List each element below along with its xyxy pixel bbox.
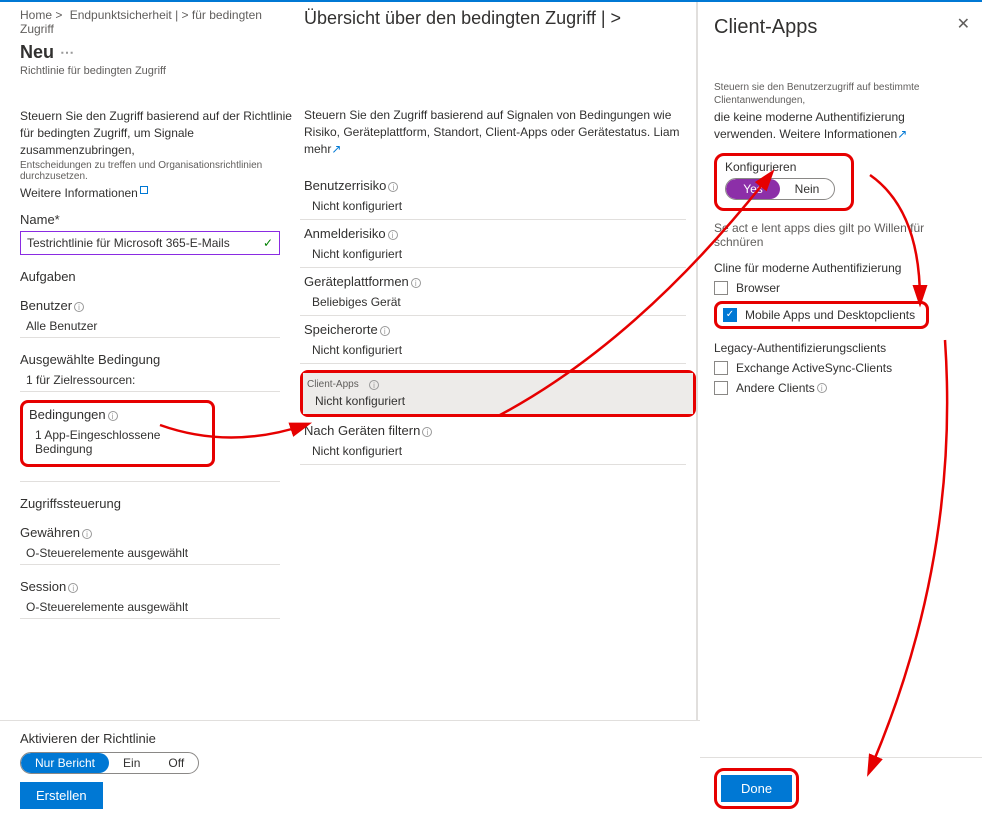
configure-label: Konfigurieren — [725, 160, 843, 174]
checkbox-mobile[interactable]: ✓ Mobile Apps und Desktopclients — [723, 308, 920, 322]
panel-desc2: die keine moderne Authentifizierung verw… — [714, 109, 966, 143]
page-title: Neu⋯ — [20, 42, 299, 63]
toggle-no[interactable]: Nein — [780, 179, 834, 199]
cond-device-filter[interactable]: Nach Geräten filterni Nicht konfiguriert — [300, 417, 686, 465]
external-link-icon: ↗ — [897, 127, 907, 141]
info-icon: i — [74, 302, 84, 312]
enable-policy-toggle[interactable]: Nur Bericht Ein Off — [20, 752, 199, 774]
panel-desc1: Steuern sie den Benutzerzugriff auf best… — [714, 81, 966, 107]
legacy-auth-header: Legacy-Authentifizierungsclients — [714, 341, 966, 355]
mid-desc: Steuern Sie den Zugriff basierend auf Si… — [300, 107, 696, 157]
checkbox-icon — [714, 281, 728, 295]
cond-locations[interactable]: Speicherortei Nicht konfiguriert — [300, 316, 686, 364]
configure-toggle[interactable]: Yes Nein — [725, 178, 835, 200]
modern-auth-header: Cline für moderne Authentifizierung — [714, 261, 966, 275]
info-icon: i — [68, 583, 78, 593]
access-header: Zugriffssteuerung — [20, 496, 299, 511]
external-link-icon — [140, 186, 148, 194]
info-icon: i — [380, 326, 390, 336]
create-button[interactable]: Erstellen — [20, 782, 103, 809]
page-subtitle: Richtlinie für bedingten Zugriff — [20, 65, 299, 77]
session-value: O-Steuerelemente ausgewählt — [20, 600, 299, 614]
check-icon: ✓ — [263, 236, 273, 250]
checkbox-icon — [714, 381, 728, 395]
toggle-off[interactable]: Off — [154, 753, 198, 773]
breadcrumb[interactable]: Home > Endpunktsicherheit | > für beding… — [20, 8, 299, 36]
grant-header[interactable]: Gewähreni — [20, 525, 299, 540]
name-label: Name* — [20, 212, 299, 227]
done-button[interactable]: Done — [721, 775, 792, 802]
cond-user-risk[interactable]: Benutzerrisikoi Nicht konfiguriert — [300, 172, 686, 220]
cond-client-apps[interactable]: Client-Apps i Nicht konfiguriert — [303, 373, 693, 414]
info-icon: i — [369, 380, 379, 390]
name-input[interactable]: Testrichtlinie für Microsoft 365-E-Mails… — [20, 231, 280, 255]
grant-value: O-Steuerelemente ausgewählt — [20, 546, 299, 560]
info-icon: i — [422, 427, 432, 437]
info-icon: i — [82, 529, 92, 539]
cond-platforms[interactable]: Geräteplattformeni Beliebiges Gerät — [300, 268, 686, 316]
checkbox-browser[interactable]: Browser — [714, 281, 966, 295]
conditions-value: 1 App-Eingeschlossene Bedingung — [29, 428, 206, 456]
conditions-header[interactable]: Bedingungeni — [29, 407, 206, 422]
left-desc2: Entscheidungen zu treffen und Organisati… — [20, 160, 299, 182]
more-info-link[interactable]: Weitere Informationen — [20, 186, 299, 200]
breadcrumb-home[interactable]: Home > — [20, 8, 62, 22]
left-desc1: Steuern Sie den Zugriff basierend auf de… — [20, 108, 299, 158]
toggle-yes[interactable]: Yes — [726, 179, 780, 199]
info-icon: i — [817, 383, 827, 393]
tasks-header: Aufgaben — [20, 269, 299, 284]
info-icon: i — [388, 230, 398, 240]
conditions-highlight: Bedingungeni 1 App-Eingeschlossene Bedin… — [20, 400, 215, 467]
panel-note: Se act e lent apps dies gilt po Willen f… — [714, 221, 966, 249]
done-highlight: Done — [714, 768, 799, 809]
toggle-on[interactable]: Ein — [109, 753, 154, 773]
close-icon[interactable]: ✕ — [957, 14, 970, 34]
checkbox-icon — [714, 361, 728, 375]
info-icon: i — [411, 278, 421, 288]
external-link-icon: ↗ — [331, 142, 341, 156]
checkbox-other[interactable]: Andere Clientsi — [714, 381, 966, 395]
users-value: Alle Benutzer — [20, 319, 299, 333]
info-icon: i — [108, 411, 118, 421]
configure-highlight: Konfigurieren Yes Nein — [714, 153, 854, 211]
checkbox-checked-icon: ✓ — [723, 308, 737, 322]
users-header[interactable]: Benutzeri — [20, 298, 299, 313]
mid-title: Übersicht über den bedingten Zugriff | > — [300, 8, 696, 29]
more-icon[interactable]: ⋯ — [60, 44, 74, 61]
mobile-highlight: ✓ Mobile Apps und Desktopclients — [714, 301, 929, 329]
selcond-value: 1 für Zielressourcen: — [20, 373, 299, 387]
cond-signin-risk[interactable]: Anmelderisikoi Nicht konfiguriert — [300, 220, 686, 268]
selcond-header: Ausgewählte Bedingung — [20, 352, 299, 367]
info-icon: i — [388, 182, 398, 192]
panel-title: Client-Apps — [698, 12, 982, 51]
checkbox-eas[interactable]: Exchange ActiveSync-Clients — [714, 361, 966, 375]
session-header[interactable]: Sessioni — [20, 579, 299, 594]
enable-policy-label: Aktivieren der Richtlinie — [20, 731, 680, 746]
toggle-report-only[interactable]: Nur Bericht — [21, 753, 109, 773]
